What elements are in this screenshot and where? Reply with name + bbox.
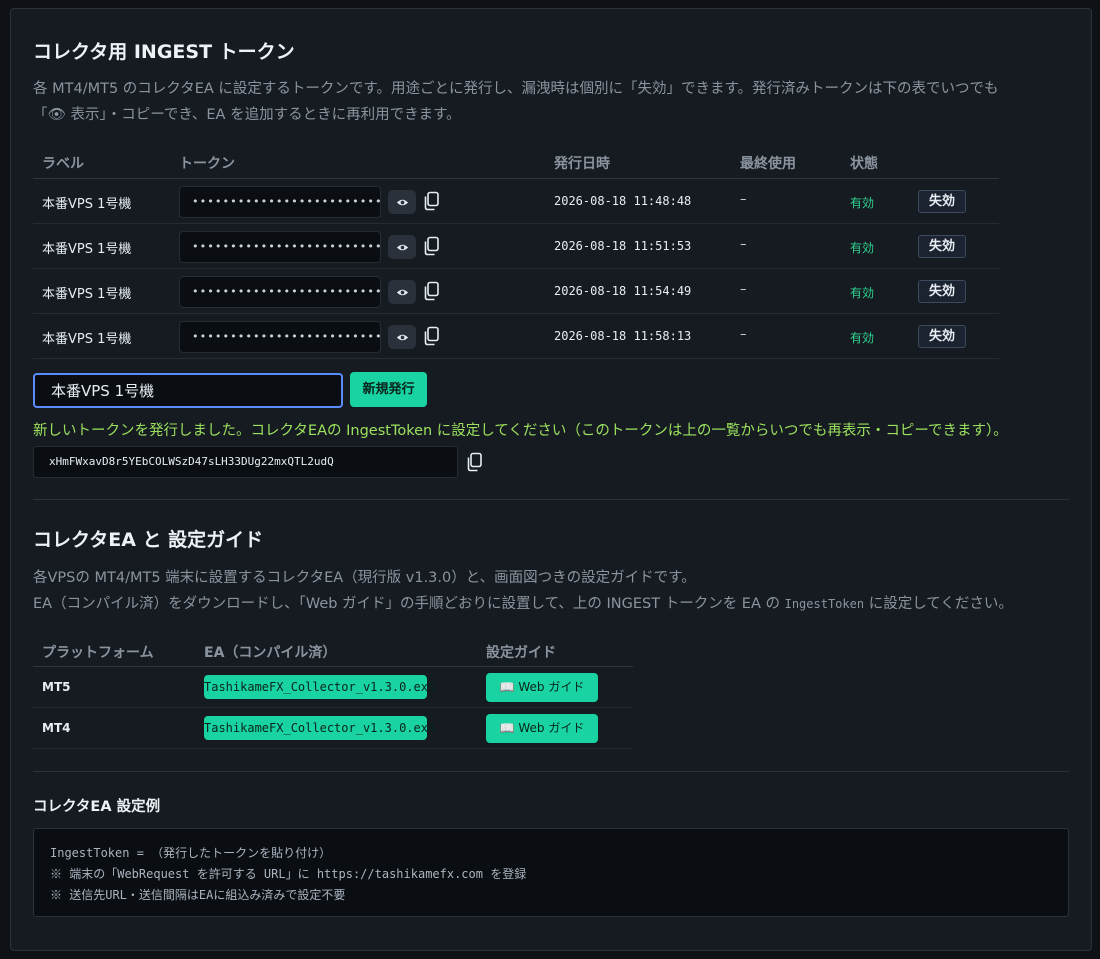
token-masked-field[interactable]: •••••••••••••••••••••••••••• bbox=[179, 231, 381, 263]
code-line: IngestToken = （発行したトークンを貼り付け） bbox=[50, 846, 332, 860]
ingest-token-code: IngestToken bbox=[784, 597, 865, 611]
ea-table: プラットフォーム EA（コンパイル済） 設定ガイド MT5 TashikameF… bbox=[33, 636, 633, 749]
table-row: 本番VPS 1号機 •••••••••••••••••••••••••••• 2… bbox=[33, 224, 999, 269]
show-token-button[interactable] bbox=[388, 235, 416, 259]
web-guide-button[interactable]: 📖 Web ガイド bbox=[486, 673, 598, 702]
eye-icon bbox=[396, 289, 408, 295]
token-masked-field[interactable]: •••••••••••••••••••••••••••• bbox=[179, 321, 381, 353]
issued-date: 2026-08-18 11:54:49 bbox=[554, 284, 692, 298]
revoke-button[interactable]: 失効 bbox=[918, 325, 966, 348]
token-label: 本番VPS 1号機 bbox=[42, 332, 132, 347]
ea-title: コレクタEA と 設定ガイド bbox=[33, 529, 264, 551]
table-row: MT4 TashikameFX_Collector_v1.3.0.ex4 📖 W… bbox=[33, 708, 633, 749]
col-platform: プラットフォーム bbox=[42, 645, 154, 661]
last-used: – bbox=[740, 237, 747, 252]
show-token-button[interactable] bbox=[388, 190, 416, 214]
download-ea-button[interactable]: TashikameFX_Collector_v1.3.0.ex4 bbox=[204, 716, 435, 740]
copy-icon[interactable] bbox=[422, 281, 440, 301]
show-token-button[interactable] bbox=[388, 325, 416, 349]
token-masked-field[interactable]: •••••••••••••••••••••••••••• bbox=[179, 186, 381, 218]
web-guide-button[interactable]: 📖 Web ガイド bbox=[486, 714, 598, 743]
table-row: 本番VPS 1号機 •••••••••••••••••••••••••••• 2… bbox=[33, 269, 999, 314]
platform-label: MT4 bbox=[42, 721, 71, 735]
token-label: 本番VPS 1号機 bbox=[42, 287, 132, 302]
eye-icon bbox=[396, 334, 408, 340]
table-row: MT5 TashikameFX_Collector_v1.3.0.ex5 📖 W… bbox=[33, 667, 633, 708]
copy-icon[interactable] bbox=[465, 452, 483, 472]
section-divider bbox=[33, 771, 1069, 772]
download-ea-button[interactable]: TashikameFX_Collector_v1.3.0.ex5 bbox=[204, 675, 435, 699]
token-label: 本番VPS 1号機 bbox=[42, 242, 132, 257]
token-table-header: ラベル トークン 発行日時 最終使用 状態 bbox=[33, 145, 999, 179]
status-badge: 有効 bbox=[850, 331, 875, 345]
platform-label: MT5 bbox=[42, 680, 71, 694]
copy-icon[interactable] bbox=[422, 191, 440, 211]
col-status: 状態 bbox=[850, 156, 878, 172]
ingest-desc-line1: 各 MT4/MT5 のコレクタEA に設定するトークンです。用途ごとに発行し、漏… bbox=[33, 81, 999, 97]
token-label-input[interactable] bbox=[33, 373, 343, 408]
status-badge: 有効 bbox=[850, 241, 875, 255]
ingest-desc-line2: 「👁 表示」・コピーでき、EA を追加するときに再利用できます。 bbox=[33, 107, 461, 123]
issued-date: 2026-08-18 11:48:48 bbox=[554, 194, 692, 208]
settings-card: コレクタ用 INGEST トークン 各 MT4/MT5 のコレクタEA に設定す… bbox=[10, 8, 1092, 951]
issued-date: 2026-08-18 11:58:13 bbox=[554, 329, 692, 343]
status-badge: 有効 bbox=[850, 286, 875, 300]
col-last-used: 最終使用 bbox=[740, 156, 796, 172]
table-row: 本番VPS 1号機 •••••••••••••••••••••••••••• 2… bbox=[33, 179, 999, 224]
section-divider bbox=[33, 499, 1069, 500]
issued-date: 2026-08-18 11:51:53 bbox=[554, 239, 692, 253]
last-used: – bbox=[740, 282, 747, 297]
ea-description: 各VPSの MT4/MT5 端末に設置するコレクタEA（現行版 v1.3.0）と… bbox=[33, 565, 1013, 617]
code-line: ※ 端末の「WebRequest を許可する URL」に https://tas… bbox=[50, 867, 527, 881]
col-issued: 発行日時 bbox=[554, 156, 610, 172]
ingest-title: コレクタ用 INGEST トークン bbox=[33, 41, 295, 63]
code-line: ※ 送信先URL・送信間隔はEAに組込み済みで設定不要 bbox=[50, 888, 346, 902]
ingest-description: 各 MT4/MT5 のコレクタEA に設定するトークンです。用途ごとに発行し、漏… bbox=[33, 76, 999, 128]
example-code-block: IngestToken = （発行したトークンを貼り付け） ※ 端末の「WebR… bbox=[33, 828, 1069, 917]
token-masked-field[interactable]: •••••••••••••••••••••••••••• bbox=[179, 276, 381, 308]
last-used: – bbox=[740, 192, 747, 207]
token-table: ラベル トークン 発行日時 最終使用 状態 本番VPS 1号機 ••••••••… bbox=[33, 145, 999, 359]
revoke-button[interactable]: 失効 bbox=[918, 190, 966, 213]
col-token: トークン bbox=[179, 156, 235, 172]
eye-icon bbox=[396, 199, 408, 205]
copy-icon[interactable] bbox=[422, 236, 440, 256]
new-token-field[interactable]: xHmFWxavD8r5YEbCOLWSzD47sLH33DUg22mxQTL2… bbox=[33, 446, 458, 478]
eye-icon bbox=[396, 244, 408, 250]
show-token-button[interactable] bbox=[388, 280, 416, 304]
ea-desc-line2: EA（コンパイル済）をダウンロードし、「Web ガイド」の手順どおりに設置して、… bbox=[33, 596, 1013, 612]
col-guide: 設定ガイド bbox=[486, 645, 556, 661]
col-ea-file: EA（コンパイル済） bbox=[204, 645, 337, 661]
issue-token-button[interactable]: 新規発行 bbox=[350, 372, 427, 407]
token-label: 本番VPS 1号機 bbox=[42, 197, 132, 212]
revoke-button[interactable]: 失効 bbox=[918, 280, 966, 303]
success-message: 新しいトークンを発行しました。コレクタEAの IngestToken に設定して… bbox=[33, 423, 1008, 439]
last-used: – bbox=[740, 327, 747, 342]
table-row: 本番VPS 1号機 •••••••••••••••••••••••••••• 2… bbox=[33, 314, 999, 359]
col-label: ラベル bbox=[42, 156, 84, 172]
example-title: コレクタEA 設定例 bbox=[33, 799, 161, 815]
ea-desc-line1: 各VPSの MT4/MT5 端末に設置するコレクタEA（現行版 v1.3.0）と… bbox=[33, 570, 696, 586]
revoke-button[interactable]: 失効 bbox=[918, 235, 966, 258]
status-badge: 有効 bbox=[850, 196, 875, 210]
ea-table-header: プラットフォーム EA（コンパイル済） 設定ガイド bbox=[33, 636, 633, 667]
copy-icon[interactable] bbox=[422, 326, 440, 346]
